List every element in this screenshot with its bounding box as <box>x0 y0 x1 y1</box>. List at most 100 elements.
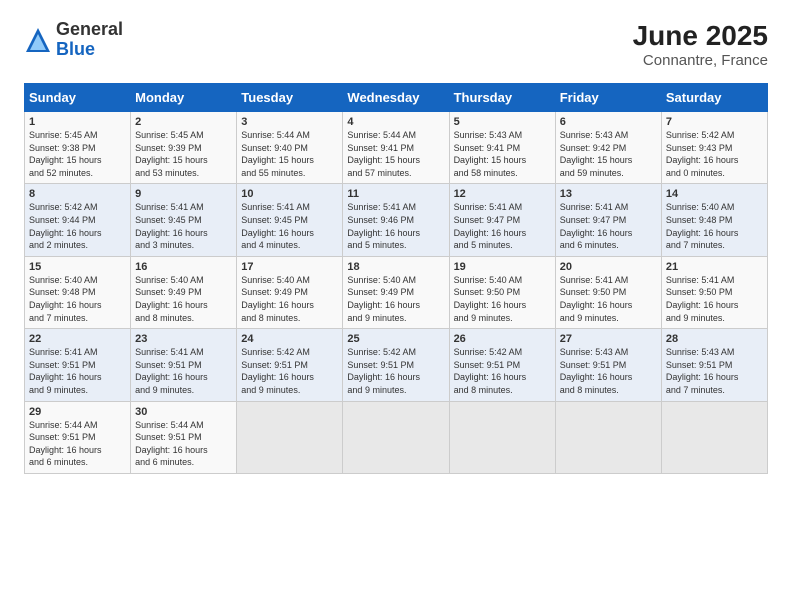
col-saturday: Saturday <box>661 84 767 112</box>
logo-general: General <box>56 20 123 40</box>
day-number: 9 <box>135 188 232 200</box>
calendar-cell: 18Sunrise: 5:40 AM Sunset: 9:49 PM Dayli… <box>343 256 449 328</box>
calendar-cell: 20Sunrise: 5:41 AM Sunset: 9:50 PM Dayli… <box>555 256 661 328</box>
day-info: Sunrise: 5:40 AM Sunset: 9:49 PM Dayligh… <box>135 274 232 324</box>
calendar-cell: 17Sunrise: 5:40 AM Sunset: 9:49 PM Dayli… <box>237 256 343 328</box>
calendar-cell: 16Sunrise: 5:40 AM Sunset: 9:49 PM Dayli… <box>131 256 237 328</box>
calendar-cell <box>449 401 555 473</box>
day-info: Sunrise: 5:41 AM Sunset: 9:45 PM Dayligh… <box>241 201 338 251</box>
day-info: Sunrise: 5:42 AM Sunset: 9:51 PM Dayligh… <box>454 346 551 396</box>
logo-text: General Blue <box>56 20 123 60</box>
page: General Blue June 2025 Connantre, France… <box>0 0 792 612</box>
calendar-cell: 14Sunrise: 5:40 AM Sunset: 9:48 PM Dayli… <box>661 184 767 256</box>
logo-blue: Blue <box>56 40 123 60</box>
table-row: 22Sunrise: 5:41 AM Sunset: 9:51 PM Dayli… <box>25 329 768 401</box>
day-info: Sunrise: 5:44 AM Sunset: 9:40 PM Dayligh… <box>241 129 338 179</box>
day-info: Sunrise: 5:44 AM Sunset: 9:51 PM Dayligh… <box>135 419 232 469</box>
main-title: June 2025 <box>633 20 768 52</box>
day-number: 18 <box>347 261 444 273</box>
calendar-cell: 12Sunrise: 5:41 AM Sunset: 9:47 PM Dayli… <box>449 184 555 256</box>
day-number: 7 <box>666 116 763 128</box>
day-number: 23 <box>135 333 232 345</box>
calendar-cell: 2Sunrise: 5:45 AM Sunset: 9:39 PM Daylig… <box>131 112 237 184</box>
logo-icon <box>24 26 52 54</box>
calendar-cell <box>237 401 343 473</box>
day-number: 10 <box>241 188 338 200</box>
calendar-cell: 9Sunrise: 5:41 AM Sunset: 9:45 PM Daylig… <box>131 184 237 256</box>
day-number: 25 <box>347 333 444 345</box>
table-row: 15Sunrise: 5:40 AM Sunset: 9:48 PM Dayli… <box>25 256 768 328</box>
table-row: 1Sunrise: 5:45 AM Sunset: 9:38 PM Daylig… <box>25 112 768 184</box>
table-row: 8Sunrise: 5:42 AM Sunset: 9:44 PM Daylig… <box>25 184 768 256</box>
day-info: Sunrise: 5:41 AM Sunset: 9:50 PM Dayligh… <box>666 274 763 324</box>
day-number: 16 <box>135 261 232 273</box>
calendar-cell: 22Sunrise: 5:41 AM Sunset: 9:51 PM Dayli… <box>25 329 131 401</box>
col-monday: Monday <box>131 84 237 112</box>
day-info: Sunrise: 5:41 AM Sunset: 9:47 PM Dayligh… <box>454 201 551 251</box>
calendar-cell: 19Sunrise: 5:40 AM Sunset: 9:50 PM Dayli… <box>449 256 555 328</box>
day-number: 13 <box>560 188 657 200</box>
day-number: 8 <box>29 188 126 200</box>
header-row: Sunday Monday Tuesday Wednesday Thursday… <box>25 84 768 112</box>
day-info: Sunrise: 5:41 AM Sunset: 9:51 PM Dayligh… <box>135 346 232 396</box>
day-number: 26 <box>454 333 551 345</box>
calendar-cell: 1Sunrise: 5:45 AM Sunset: 9:38 PM Daylig… <box>25 112 131 184</box>
calendar-cell: 10Sunrise: 5:41 AM Sunset: 9:45 PM Dayli… <box>237 184 343 256</box>
calendar-cell: 8Sunrise: 5:42 AM Sunset: 9:44 PM Daylig… <box>25 184 131 256</box>
day-info: Sunrise: 5:43 AM Sunset: 9:41 PM Dayligh… <box>454 129 551 179</box>
day-number: 6 <box>560 116 657 128</box>
calendar-cell: 5Sunrise: 5:43 AM Sunset: 9:41 PM Daylig… <box>449 112 555 184</box>
day-info: Sunrise: 5:44 AM Sunset: 9:51 PM Dayligh… <box>29 419 126 469</box>
subtitle: Connantre, France <box>633 52 768 69</box>
day-number: 1 <box>29 116 126 128</box>
day-number: 24 <box>241 333 338 345</box>
day-info: Sunrise: 5:42 AM Sunset: 9:51 PM Dayligh… <box>241 346 338 396</box>
calendar-cell: 29Sunrise: 5:44 AM Sunset: 9:51 PM Dayli… <box>25 401 131 473</box>
col-friday: Friday <box>555 84 661 112</box>
day-info: Sunrise: 5:40 AM Sunset: 9:49 PM Dayligh… <box>347 274 444 324</box>
day-number: 12 <box>454 188 551 200</box>
title-section: June 2025 Connantre, France <box>633 20 768 69</box>
day-info: Sunrise: 5:43 AM Sunset: 9:42 PM Dayligh… <box>560 129 657 179</box>
day-number: 29 <box>29 406 126 418</box>
day-info: Sunrise: 5:40 AM Sunset: 9:50 PM Dayligh… <box>454 274 551 324</box>
day-number: 27 <box>560 333 657 345</box>
table-row: 29Sunrise: 5:44 AM Sunset: 9:51 PM Dayli… <box>25 401 768 473</box>
calendar-cell <box>343 401 449 473</box>
day-number: 5 <box>454 116 551 128</box>
calendar-cell: 4Sunrise: 5:44 AM Sunset: 9:41 PM Daylig… <box>343 112 449 184</box>
day-number: 28 <box>666 333 763 345</box>
day-number: 22 <box>29 333 126 345</box>
day-info: Sunrise: 5:41 AM Sunset: 9:51 PM Dayligh… <box>29 346 126 396</box>
calendar-cell: 24Sunrise: 5:42 AM Sunset: 9:51 PM Dayli… <box>237 329 343 401</box>
day-info: Sunrise: 5:45 AM Sunset: 9:38 PM Dayligh… <box>29 129 126 179</box>
calendar-cell: 27Sunrise: 5:43 AM Sunset: 9:51 PM Dayli… <box>555 329 661 401</box>
day-number: 20 <box>560 261 657 273</box>
col-thursday: Thursday <box>449 84 555 112</box>
col-sunday: Sunday <box>25 84 131 112</box>
header: General Blue June 2025 Connantre, France <box>24 20 768 69</box>
calendar-cell <box>661 401 767 473</box>
day-info: Sunrise: 5:42 AM Sunset: 9:44 PM Dayligh… <box>29 201 126 251</box>
col-wednesday: Wednesday <box>343 84 449 112</box>
day-number: 14 <box>666 188 763 200</box>
day-number: 19 <box>454 261 551 273</box>
day-info: Sunrise: 5:40 AM Sunset: 9:49 PM Dayligh… <box>241 274 338 324</box>
calendar-cell: 7Sunrise: 5:42 AM Sunset: 9:43 PM Daylig… <box>661 112 767 184</box>
calendar-table: Sunday Monday Tuesday Wednesday Thursday… <box>24 83 768 474</box>
calendar-cell: 23Sunrise: 5:41 AM Sunset: 9:51 PM Dayli… <box>131 329 237 401</box>
day-info: Sunrise: 5:43 AM Sunset: 9:51 PM Dayligh… <box>666 346 763 396</box>
calendar-cell: 26Sunrise: 5:42 AM Sunset: 9:51 PM Dayli… <box>449 329 555 401</box>
day-info: Sunrise: 5:41 AM Sunset: 9:47 PM Dayligh… <box>560 201 657 251</box>
calendar-cell: 15Sunrise: 5:40 AM Sunset: 9:48 PM Dayli… <box>25 256 131 328</box>
calendar-cell: 28Sunrise: 5:43 AM Sunset: 9:51 PM Dayli… <box>661 329 767 401</box>
day-info: Sunrise: 5:42 AM Sunset: 9:43 PM Dayligh… <box>666 129 763 179</box>
day-number: 11 <box>347 188 444 200</box>
day-info: Sunrise: 5:40 AM Sunset: 9:48 PM Dayligh… <box>666 201 763 251</box>
calendar-cell: 25Sunrise: 5:42 AM Sunset: 9:51 PM Dayli… <box>343 329 449 401</box>
logo: General Blue <box>24 20 123 60</box>
col-tuesday: Tuesday <box>237 84 343 112</box>
day-number: 17 <box>241 261 338 273</box>
calendar-cell: 11Sunrise: 5:41 AM Sunset: 9:46 PM Dayli… <box>343 184 449 256</box>
day-info: Sunrise: 5:45 AM Sunset: 9:39 PM Dayligh… <box>135 129 232 179</box>
